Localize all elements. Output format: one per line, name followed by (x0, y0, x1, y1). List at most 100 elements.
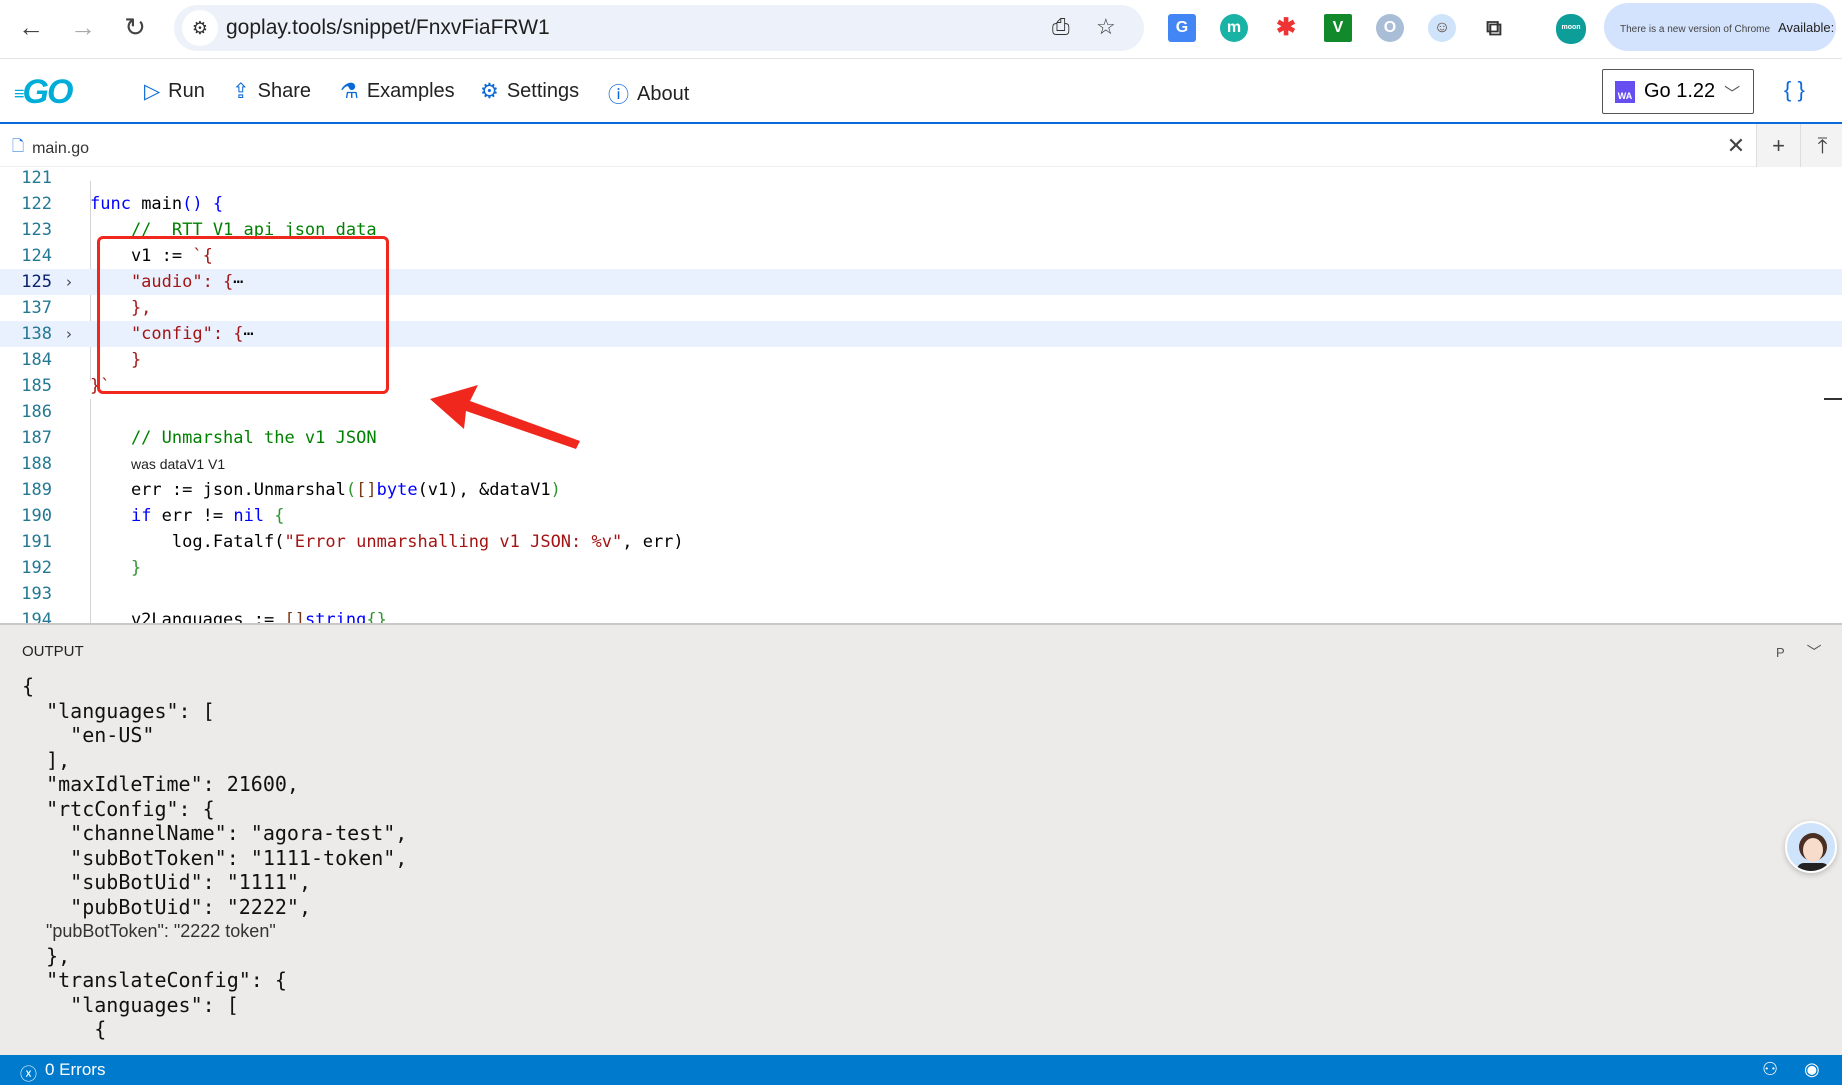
code-line[interactable]: 186 (0, 399, 1842, 425)
output-line: ], (22, 747, 71, 772)
code-token: (v1), &dataV1 (417, 480, 551, 500)
code-token: byte (376, 480, 418, 500)
settings-label: Settings (506, 80, 580, 102)
output-line: "pubBotToken": "2222 token" (46, 921, 276, 941)
go-logo: ≡GO (14, 73, 73, 111)
code-line[interactable]: 122 func main() { (0, 191, 1842, 217)
line-number: 186 (21, 402, 52, 422)
code-token: "Error unmarshalling v1 JSON: %v" (284, 532, 623, 552)
code-line[interactable]: 187 // Unmarshal the v1 JSON (0, 425, 1842, 451)
code-line[interactable]: 189 err := json.Unmarshal([]byte(v1), &d… (0, 477, 1842, 503)
status-bar: ⓧ 0 Errors ⚇ ◉ (0, 1055, 1842, 1085)
line-number: 124 (21, 246, 52, 266)
code-token: , err) (622, 532, 684, 552)
ring-extension-icon[interactable]: O (1376, 14, 1404, 42)
upload-icon[interactable]: ⤒ (1800, 124, 1842, 167)
tab-label: main.go (32, 139, 89, 157)
scrollbar-marker[interactable] (1824, 398, 1842, 400)
examples-label: Examples (366, 80, 455, 102)
code-token: ) (550, 480, 561, 500)
tab-main-go[interactable]: 🗋 main.go (12, 136, 89, 161)
share-button[interactable]: ⇪ Share (232, 79, 311, 104)
code-line[interactable]: 194 v2Languages := []string{} (0, 607, 1842, 623)
bookmark-star-icon[interactable]: ☆ (1096, 14, 1116, 40)
line-number: 184 (21, 350, 52, 370)
code-token: { (264, 506, 285, 526)
gear-icon: ⚙ (480, 80, 499, 103)
reload-icon[interactable]: ↻ (118, 12, 152, 43)
go-version-select[interactable]: WA Go 1.22 ﹀ (1602, 69, 1754, 114)
line-number: 185 (21, 376, 52, 396)
code-token: err != (151, 506, 234, 526)
code-line[interactable]: 190 if err != nil { (0, 503, 1842, 529)
install-app-icon[interactable]: ⎙ (1052, 14, 1070, 40)
github-icon[interactable]: ◉ (1804, 1059, 1820, 1080)
fold-chevron-icon[interactable]: › (66, 321, 72, 347)
v-extension-icon[interactable]: V (1324, 14, 1352, 42)
error-circle-icon: ⓧ (20, 1065, 37, 1084)
code-line[interactable]: 192 } (0, 555, 1842, 581)
line-number: 193 (21, 584, 52, 604)
errors-label: 0 Errors (45, 1060, 106, 1079)
output-tools: P ﹀ (1776, 641, 1822, 662)
play-icon: ▷ (144, 80, 161, 103)
line-number: 190 (21, 506, 52, 526)
output-line: { (22, 674, 35, 698)
assistant-avatar[interactable] (1785, 821, 1837, 873)
address-bar[interactable]: ⚙ goplay.tools/snippet/FnxvFiaFRW1 ⎙ ☆ (174, 5, 1144, 51)
output-text: { "languages": [ "en-US" ], "maxIdleTime… (22, 674, 407, 1042)
output-line: "translateConfig": { (22, 968, 287, 992)
file-code-icon: 🗋 (12, 138, 25, 155)
code-token: } (90, 558, 142, 578)
code-token: main (141, 194, 183, 214)
run-button[interactable]: ▷ Run (144, 79, 205, 104)
forward-icon[interactable]: → (66, 12, 100, 43)
output-line: "pubBotUid": "2222", (22, 894, 311, 919)
output-line: "channelName": "agora-test", (22, 821, 408, 845)
feedback-icon[interactable]: ⚇ (1762, 1059, 1778, 1080)
avatar-extension-icon[interactable]: ☺ (1428, 14, 1456, 42)
output-title: OUTPUT (22, 643, 84, 660)
extensions-puzzle-icon[interactable]: ⧉ (1480, 14, 1508, 42)
profile-avatar[interactable]: moon (1556, 14, 1586, 44)
playground-toolbar: ≡GO ▷ Run ⇪ Share ⚗ Examples ⚙ Settings ⓘ Abo… (0, 59, 1842, 124)
share-label: Share (257, 80, 311, 102)
fold-chevron-icon[interactable]: › (66, 269, 72, 295)
format-braces-icon[interactable]: { } (1784, 77, 1805, 103)
asterisk-extension-icon[interactable]: ✱ (1272, 14, 1300, 42)
code-token: ( (345, 480, 357, 500)
line-number: 122 (21, 194, 52, 214)
annotation-red-box (97, 236, 389, 394)
url-text[interactable]: goplay.tools/snippet/FnxvFiaFRW1 (226, 16, 550, 40)
code-line[interactable]: 193 (0, 581, 1842, 607)
examples-button[interactable]: ⚗ Examples (340, 79, 455, 104)
settings-button[interactable]: ⚙ Settings (480, 79, 579, 104)
line-number: 191 (21, 532, 52, 552)
code-text: v2Languages := []string{} (90, 607, 387, 623)
output-tool-button[interactable]: P (1776, 645, 1785, 660)
close-tab-icon[interactable]: ✕ (1714, 124, 1758, 167)
m-extension-icon[interactable]: m (1220, 14, 1248, 42)
code-token: string (304, 610, 367, 623)
flask-icon: ⚗ (340, 80, 359, 103)
output-line: { (22, 1017, 107, 1041)
about-button[interactable]: ⓘ About (608, 79, 689, 109)
code-text: log.Fatalf("Error unmarshalling v1 JSON:… (90, 529, 684, 555)
output-line: }, (22, 943, 71, 968)
line-number: 137 (21, 298, 52, 318)
errors-indicator[interactable]: ⓧ 0 Errors (20, 1060, 105, 1085)
code-line[interactable]: 188 was dataV1 V1 (0, 451, 1842, 477)
output-line: "subBotToken": "1111-token", (22, 845, 408, 870)
output-line: "maxIdleTime": 21600, (22, 772, 299, 796)
back-icon[interactable]: ← (14, 12, 48, 43)
site-settings-icon[interactable]: ⚙ (182, 10, 218, 46)
code-line[interactable]: 191 log.Fatalf("Error unmarshalling v1 J… (0, 529, 1842, 555)
line-number: 123 (21, 220, 52, 240)
code-token: nil (233, 506, 265, 526)
translate-extension-icon[interactable]: G (1168, 14, 1196, 42)
chrome-update-button[interactable]: There is a new version of Chrome Availabl… (1604, 3, 1836, 51)
add-file-icon[interactable]: + (1756, 124, 1800, 167)
code-line[interactable]: 121 (0, 167, 1842, 191)
collapse-chevron-icon[interactable]: ﹀ (1807, 644, 1822, 661)
